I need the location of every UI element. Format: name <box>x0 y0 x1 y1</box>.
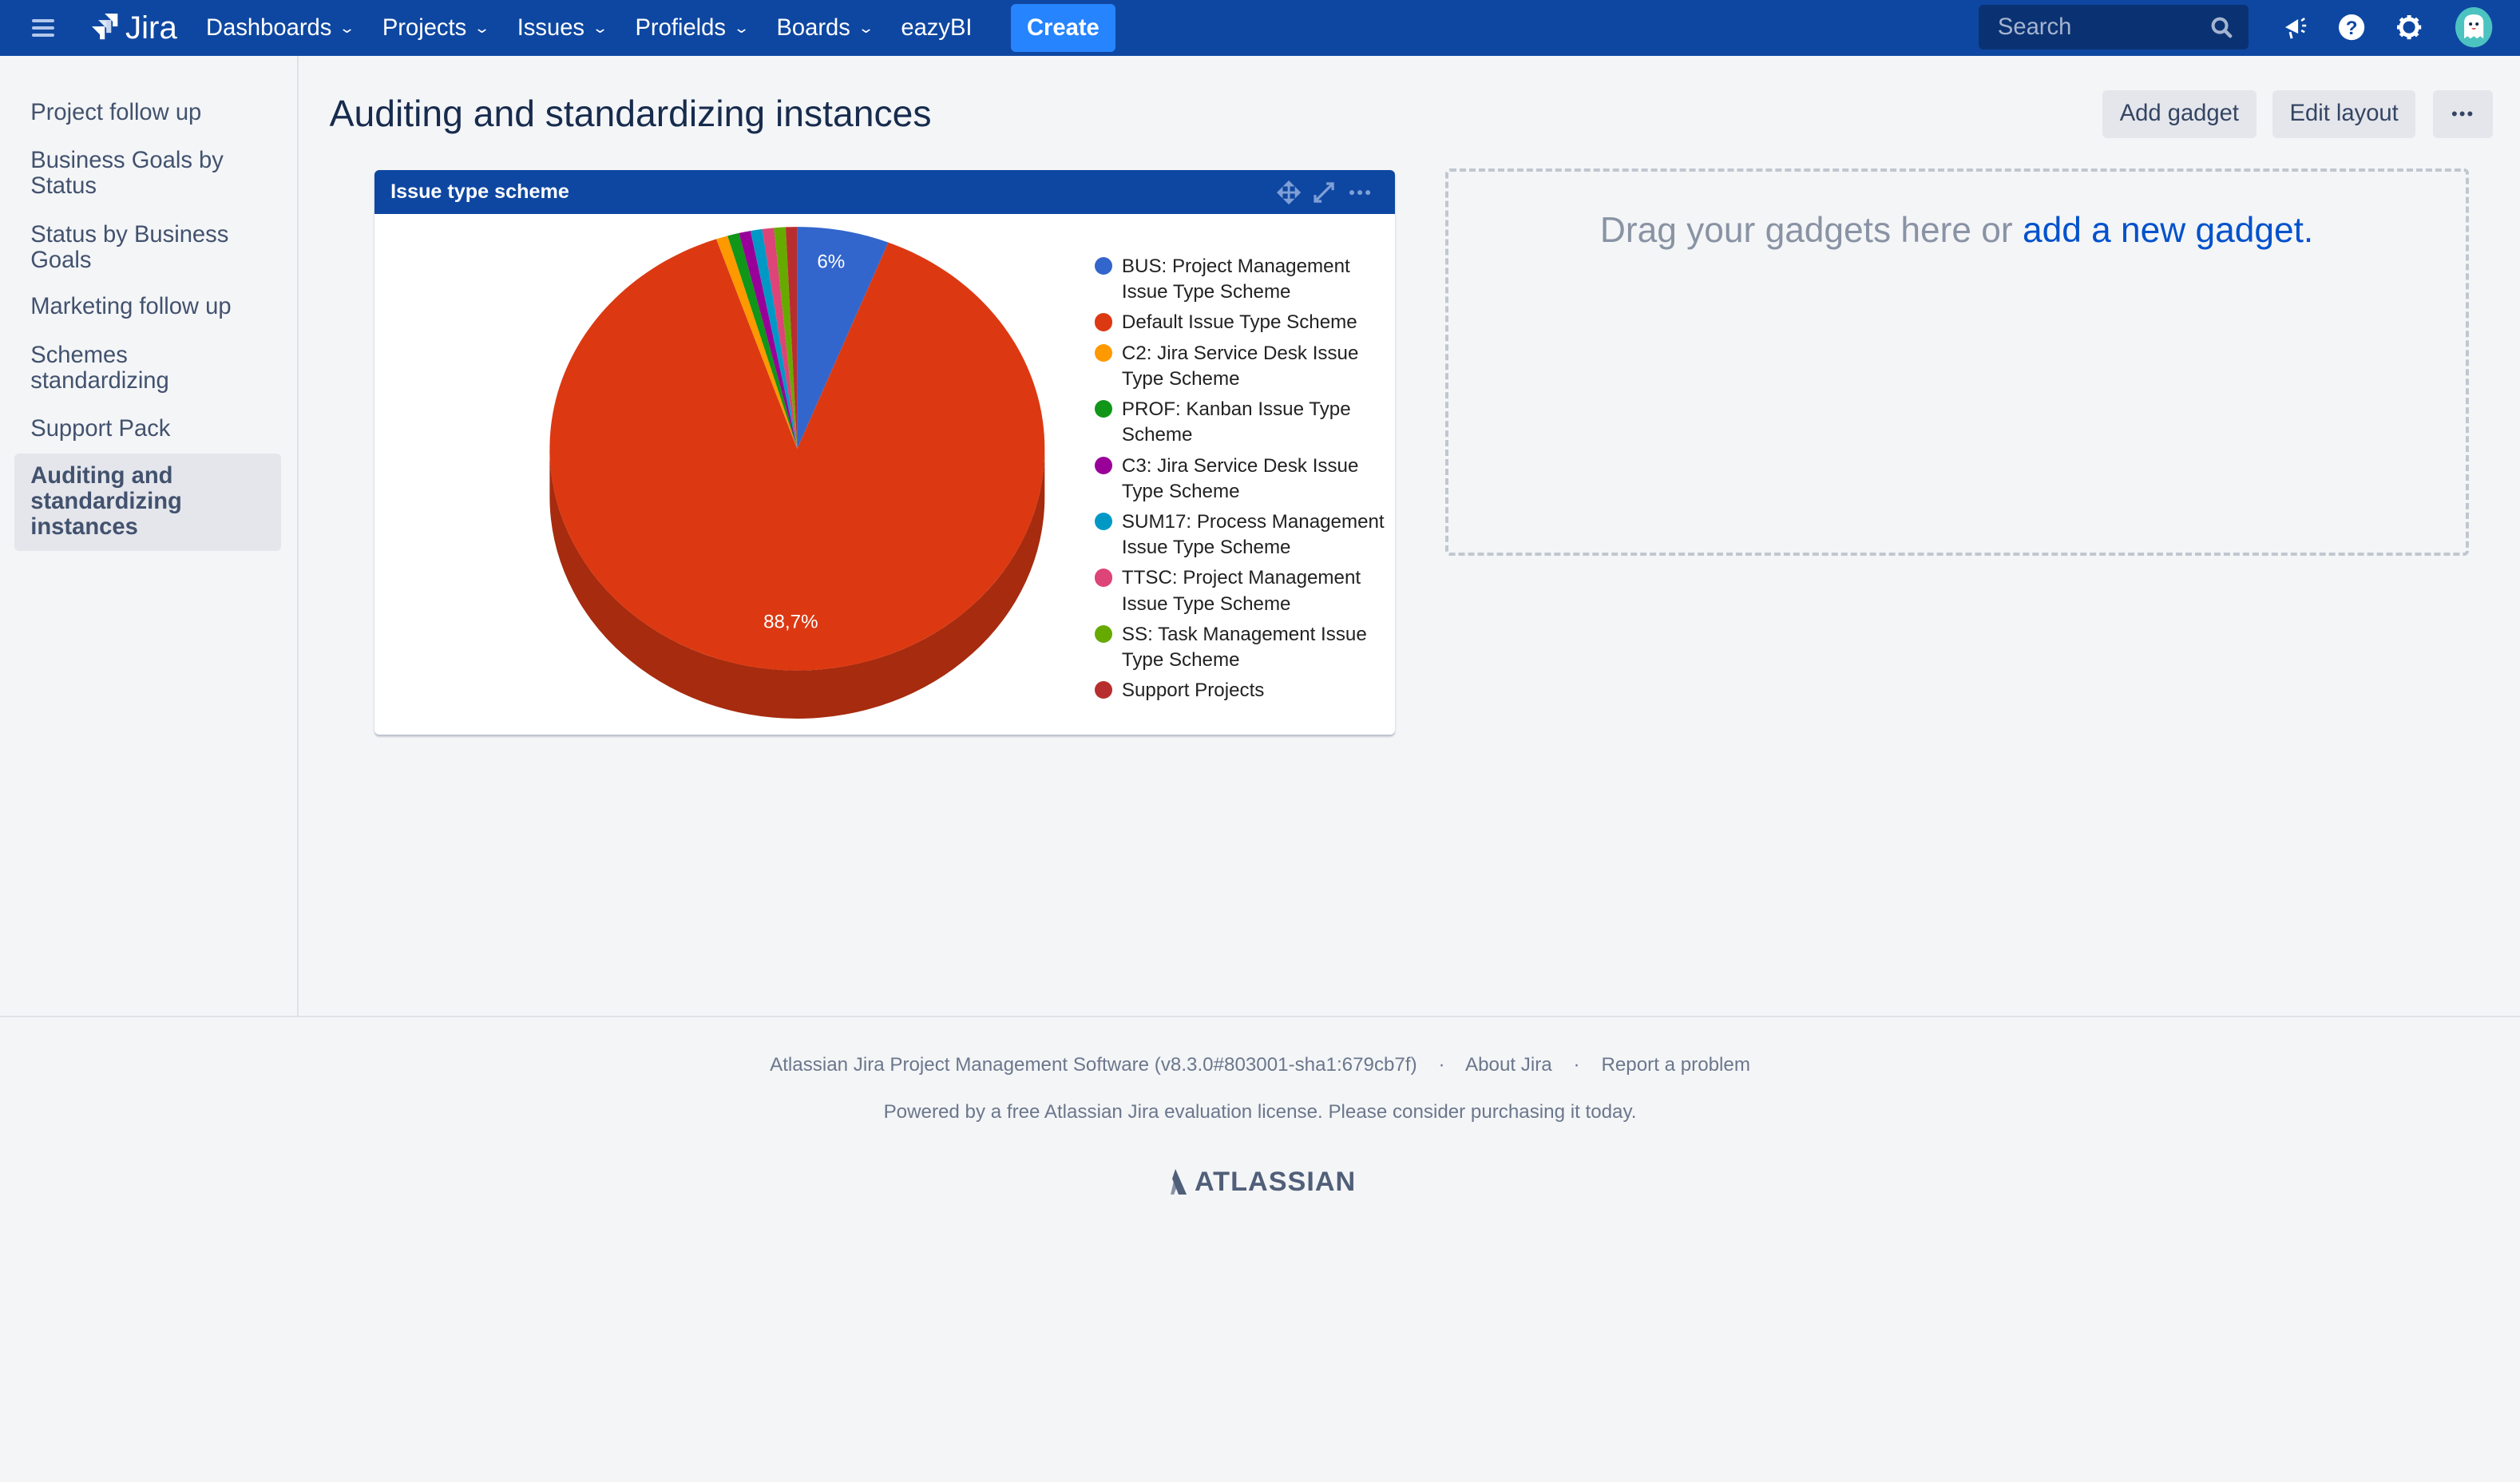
legend-label: Default Issue Type Scheme <box>1121 311 1357 334</box>
maximize-icon[interactable] <box>1311 180 1337 205</box>
atlassian-logo-icon <box>1170 1169 1187 1195</box>
search-box <box>1978 5 2249 50</box>
sidebar-item-business-goals-by-status[interactable]: Business Goals by Status <box>14 148 281 199</box>
legend-swatch <box>1094 513 1112 531</box>
separator: · <box>1438 1054 1445 1076</box>
legend-label: SUM17: Process Management Issue Type Sch… <box>1121 510 1385 559</box>
legend-swatch <box>1094 681 1112 699</box>
chevron-down-icon: ⌄ <box>732 19 751 36</box>
legend-swatch <box>1094 569 1112 587</box>
nav-label: Profields <box>635 14 726 41</box>
legend-label: TTSC: Project Management Issue Type Sche… <box>1121 567 1361 615</box>
add-new-gadget-link[interactable]: add a new gadget. <box>2023 211 2313 250</box>
move-icon[interactable] <box>1276 180 1302 205</box>
sidebar-item-schemes-standardizing[interactable]: Schemes standardizing <box>14 343 281 394</box>
help-icon[interactable]: ? <box>2334 10 2369 45</box>
sidebar-item-status-by-business-goals[interactable]: Status by Business Goals <box>14 222 281 273</box>
sidebar-item-auditing-and-standardizing-instances[interactable]: Auditing and standardizing instances <box>14 453 282 552</box>
chevron-down-icon: ⌄ <box>473 19 491 36</box>
nav-profields[interactable]: Profields ⌄ <box>635 14 751 42</box>
legend-swatch <box>1094 400 1112 418</box>
legend-item[interactable]: PROF: Kanban Issue Type Scheme <box>1094 397 1392 448</box>
nav-eazybi[interactable]: eazyBI <box>901 15 972 42</box>
chart-legend: BUS: Project Management Issue Type Schem… <box>1094 254 1392 709</box>
create-button[interactable]: Create <box>1010 4 1115 53</box>
nav-label: Issues <box>517 14 584 41</box>
jira-logo[interactable]: Jira <box>89 10 177 46</box>
legend-item[interactable]: TTSC: Project Management Issue Type Sche… <box>1094 565 1392 616</box>
pie-data-label: 88,7% <box>763 611 818 632</box>
legend-swatch <box>1094 456 1112 474</box>
nav-dashboards[interactable]: Dashboards ⌄ <box>206 14 356 42</box>
pie-chart: 6% 88,7% <box>549 226 1045 719</box>
notifications-icon[interactable] <box>2277 10 2312 45</box>
legend-label: C3: Jira Service Desk Issue Type Scheme <box>1121 454 1359 502</box>
drop-zone-message: Drag your gadgets here or add a new gadg… <box>1448 211 2466 251</box>
chevron-down-icon: ⌄ <box>339 19 356 36</box>
settings-icon[interactable] <box>2391 10 2427 45</box>
chevron-down-icon: ⌄ <box>592 19 609 36</box>
legend-swatch <box>1094 624 1112 644</box>
drop-zone-text: Drag your gadgets here or <box>1599 210 2023 250</box>
legend-item[interactable]: Default Issue Type Scheme <box>1094 310 1392 335</box>
legend-label: Support Projects <box>1121 680 1265 702</box>
legend-item[interactable]: Support Projects <box>1094 678 1392 703</box>
search-input[interactable] <box>1994 12 2210 42</box>
sidebar-item-project-follow-up[interactable]: Project follow up <box>14 100 281 125</box>
sidebar-item-marketing-follow-up[interactable]: Marketing follow up <box>14 294 281 319</box>
nav-projects[interactable]: Projects ⌄ <box>382 14 491 42</box>
more-actions-button[interactable]: ••• <box>2433 89 2493 139</box>
legend-label: SS: Task Management Issue Type Scheme <box>1121 623 1367 672</box>
footer: Atlassian Jira Project Management Softwa… <box>0 1016 2520 1482</box>
gadget-menu-icon[interactable] <box>1347 180 1373 205</box>
legend-swatch <box>1094 343 1112 362</box>
chevron-down-icon: ⌄ <box>857 19 875 36</box>
top-navigation: Jira Dashboards ⌄ Projects ⌄ Issues ⌄ Profi… <box>0 0 2520 57</box>
nav-issues[interactable]: Issues ⌄ <box>517 14 609 42</box>
legend-item[interactable]: BUS: Project Management Issue Type Schem… <box>1094 254 1392 305</box>
legend-item[interactable]: SUM17: Process Management Issue Type Sch… <box>1094 509 1392 561</box>
atlassian-logo[interactable]: ATLASSIAN <box>1164 1167 1356 1198</box>
legend-item[interactable]: C3: Jira Service Desk Issue Type Scheme <box>1094 454 1392 505</box>
issue-type-scheme-gadget: Issue type scheme 6% 88,7% BUS: Project M… <box>374 170 1396 735</box>
gadget-title: Issue type scheme <box>390 180 569 204</box>
legend-item[interactable]: SS: Task Management Issue Type Scheme <box>1094 622 1392 673</box>
nav-label: Projects <box>382 14 467 41</box>
version-text: Atlassian Jira Project Management Softwa… <box>770 1054 1417 1076</box>
add-gadget-button[interactable]: Add gadget <box>2102 89 2257 139</box>
nav-label: Boards <box>776 14 850 41</box>
legend-label: PROF: Kanban Issue Type Scheme <box>1121 398 1351 446</box>
separator: · <box>1573 1054 1580 1076</box>
sidebar-item-support-pack[interactable]: Support Pack <box>14 416 281 442</box>
menu-icon[interactable] <box>32 19 55 38</box>
gadget-drop-zone[interactable]: Drag your gadgets here or add a new gadg… <box>1444 168 2469 557</box>
legend-label: BUS: Project Management Issue Type Schem… <box>1121 256 1350 303</box>
logo-text: Jira <box>125 10 177 46</box>
legend-swatch <box>1094 257 1112 275</box>
about-jira-link[interactable]: About Jira <box>1465 1054 1552 1076</box>
nav-label: eazyBI <box>901 14 973 41</box>
svg-text:?: ? <box>2345 18 2357 39</box>
nav-label: Dashboards <box>206 14 332 41</box>
jira-logo-icon <box>91 14 117 40</box>
legend-swatch <box>1094 313 1112 331</box>
nav-boards[interactable]: Boards ⌄ <box>776 14 875 42</box>
avatar[interactable] <box>2455 6 2493 48</box>
dashboard-sidebar: Project follow up Business Goals by Stat… <box>0 56 299 1016</box>
gadget-header: Issue type scheme <box>374 170 1396 214</box>
legend-label: C2: Jira Service Desk Issue Type Scheme <box>1121 342 1359 390</box>
pie-data-label: 6% <box>817 251 845 272</box>
search-icon[interactable] <box>2210 16 2233 38</box>
atlassian-wordmark: ATLASSIAN <box>1195 1166 1357 1197</box>
page-title: Auditing and standardizing instances <box>329 92 932 134</box>
report-problem-link[interactable]: Report a problem <box>1601 1054 1750 1076</box>
license-text: Powered by a free Atlassian Jira evaluat… <box>883 1100 1637 1123</box>
edit-layout-button[interactable]: Edit layout <box>2272 89 2416 139</box>
legend-item[interactable]: C2: Jira Service Desk Issue Type Scheme <box>1094 341 1392 392</box>
